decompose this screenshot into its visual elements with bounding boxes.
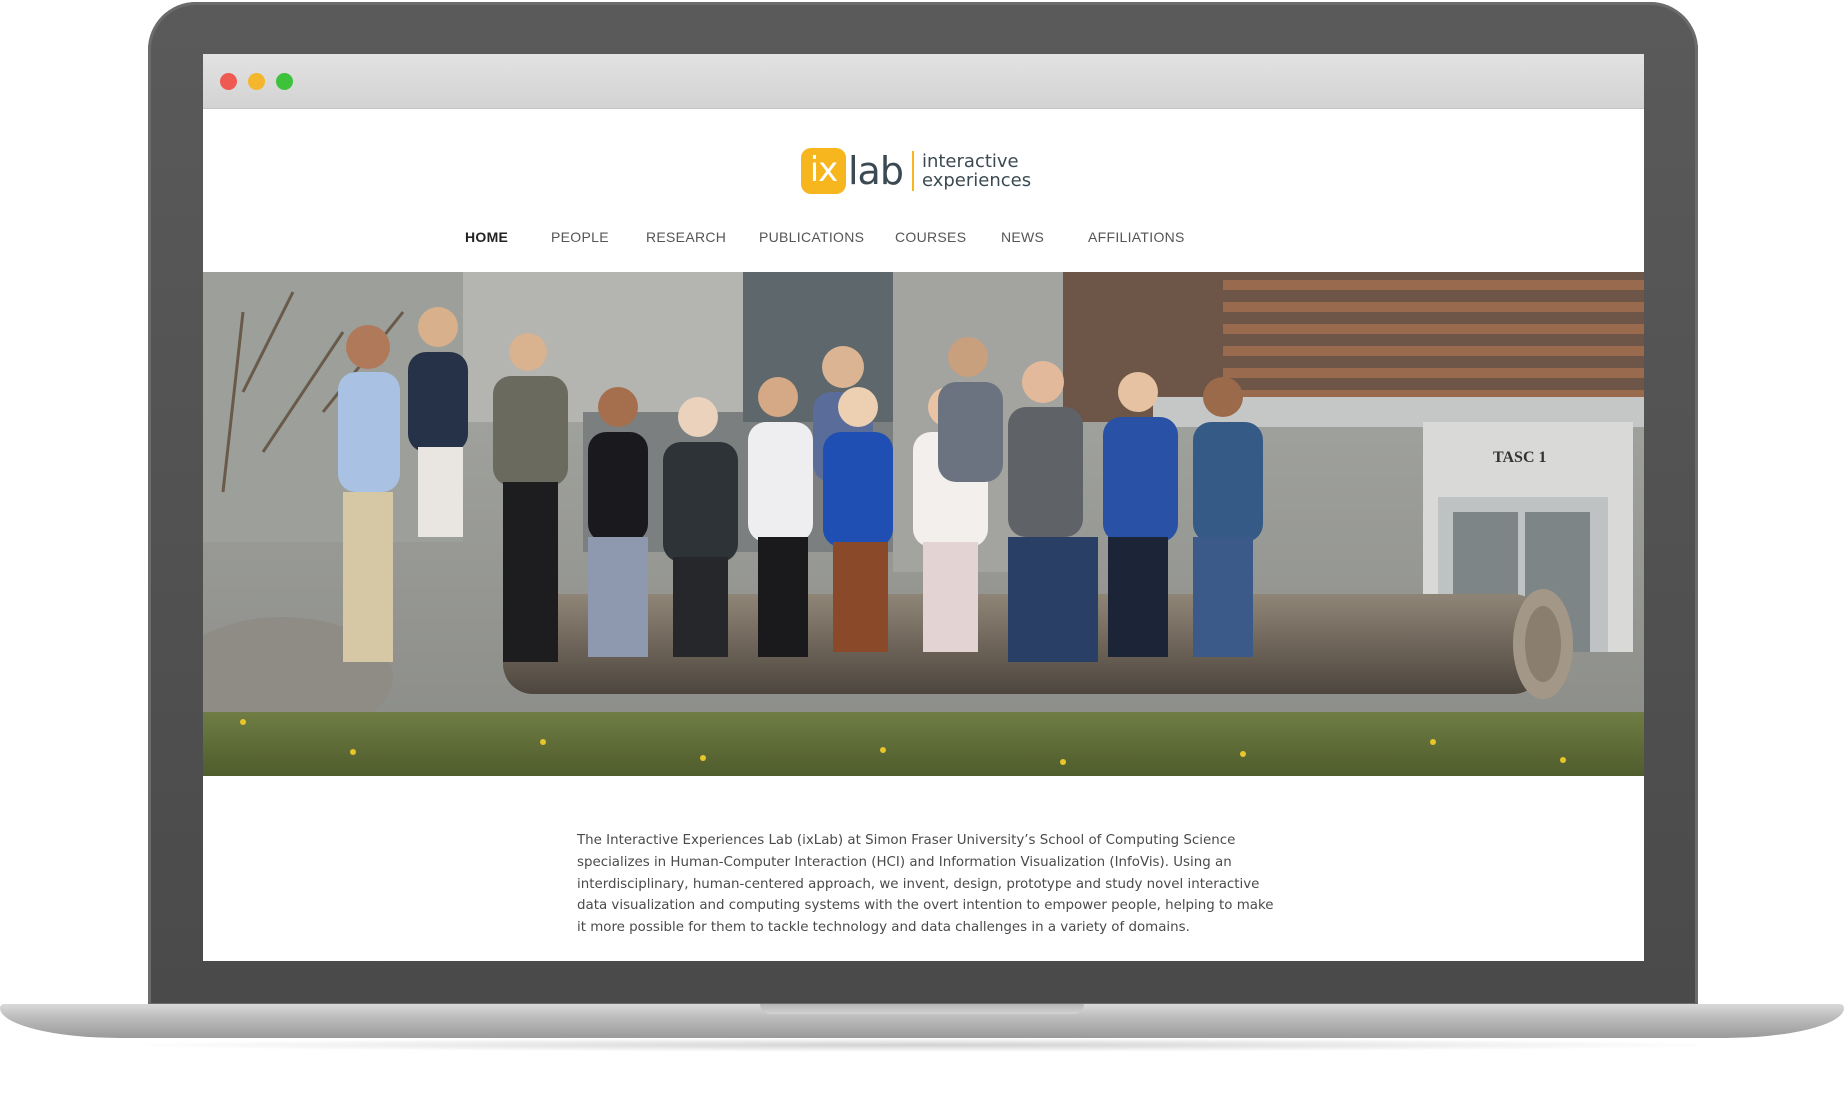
laptop-shadow <box>110 1038 1734 1052</box>
maximize-icon[interactable] <box>276 73 293 90</box>
nav-affiliations[interactable]: AFFILIATIONS <box>1088 229 1185 245</box>
logo-divider <box>911 151 914 191</box>
logo-wordmark: lab <box>848 149 904 193</box>
nav-publications[interactable]: PUBLICATIONS <box>759 229 864 245</box>
site-logo[interactable]: ix lab interactive experiences <box>801 147 1031 195</box>
nav-courses[interactable]: COURSES <box>895 229 966 245</box>
logo-tagline-line2: experiences <box>921 170 1032 191</box>
hero-team-photo: TASC 1 <box>203 272 1644 776</box>
intro-paragraph: The Interactive Experiences Lab (ixLab) … <box>577 833 1274 935</box>
logo-tagline: interactive experiences <box>922 152 1031 190</box>
nav-home[interactable]: HOME <box>465 229 508 245</box>
logo-mark: ix <box>801 148 846 194</box>
webpage: ix lab interactive experiences HOME PEOP… <box>203 109 1644 961</box>
main-nav: HOME PEOPLE RESEARCH PUBLICATIONS COURSE… <box>203 229 1644 253</box>
team-photo-illustration: TASC 1 <box>203 272 1644 776</box>
browser-titlebar <box>203 54 1644 109</box>
nav-research[interactable]: RESEARCH <box>646 229 726 245</box>
browser-window: ix lab interactive experiences HOME PEOP… <box>203 54 1644 961</box>
logo-tagline-line1: interactive <box>921 151 1019 172</box>
minimize-icon[interactable] <box>248 73 265 90</box>
nav-news[interactable]: NEWS <box>1001 229 1044 245</box>
building-sign: TASC 1 <box>1493 449 1547 466</box>
nav-people[interactable]: PEOPLE <box>551 229 609 245</box>
close-icon[interactable] <box>220 73 237 90</box>
laptop-notch <box>760 1004 1084 1014</box>
